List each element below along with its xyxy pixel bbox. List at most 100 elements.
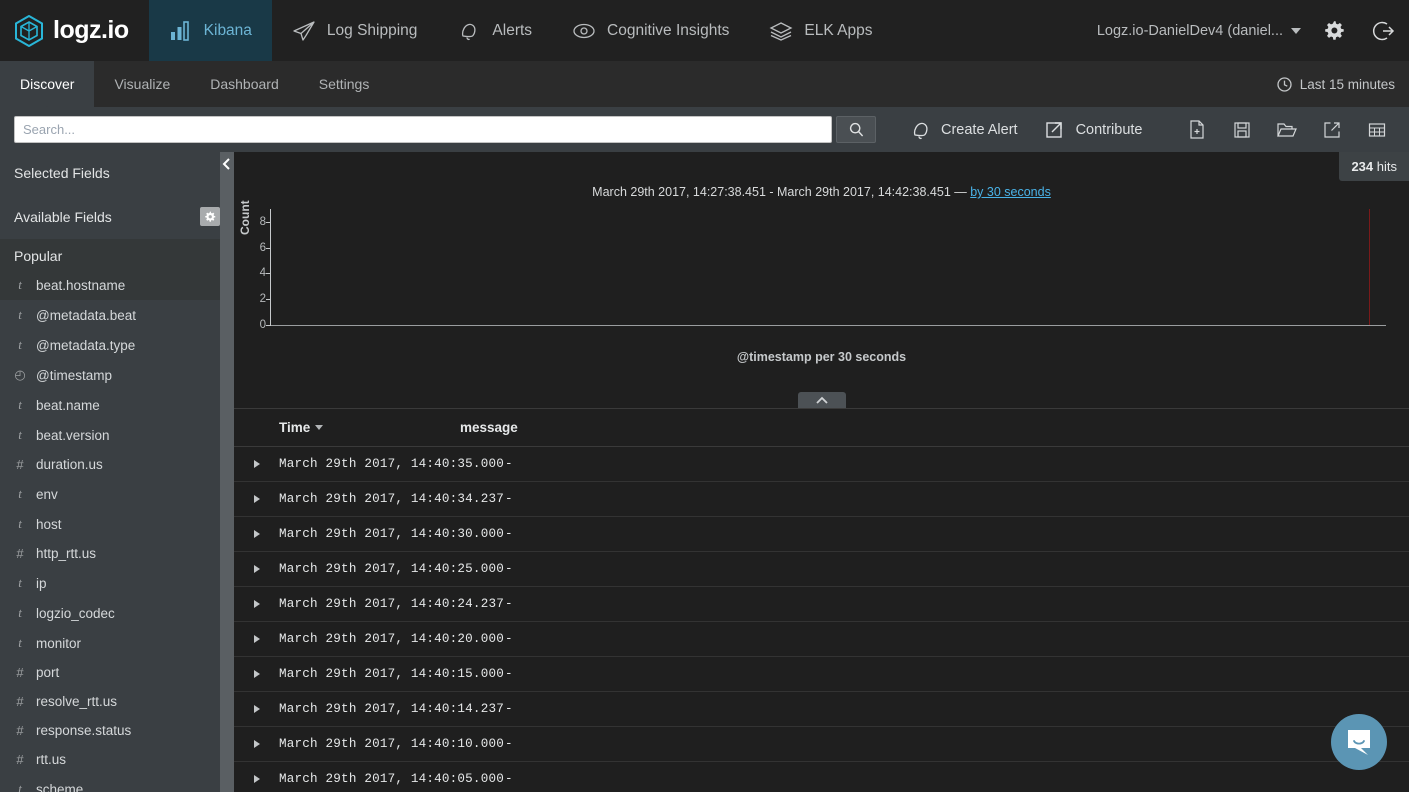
nav-item-alerts[interactable]: Alerts (437, 0, 552, 61)
field-row[interactable]: tip (0, 568, 234, 598)
open-search-button[interactable] (1264, 107, 1309, 152)
new-search-button[interactable] (1174, 107, 1219, 152)
tab-label-visualize: Visualize (114, 76, 170, 92)
bell-icon (457, 19, 481, 43)
search-submit-button[interactable] (836, 116, 876, 143)
table-row[interactable]: March 29th 2017, 14:40:15.000- (234, 657, 1409, 692)
sidebar-collapse-button[interactable] (220, 152, 234, 792)
expand-row-button[interactable] (234, 740, 279, 748)
save-floppy-icon (1233, 121, 1251, 139)
field-name: response.status (36, 723, 131, 738)
table-row[interactable]: March 29th 2017, 14:40:20.000- (234, 622, 1409, 657)
nav-label-log-shipping: Log Shipping (327, 22, 418, 40)
brand-text: logz.io (53, 16, 129, 45)
table-row[interactable]: March 29th 2017, 14:40:25.000- (234, 552, 1409, 587)
string-type-icon: t (14, 635, 26, 651)
chevron-left-icon (222, 158, 232, 170)
field-row[interactable]: #duration.us (0, 450, 234, 479)
gear-icon (1323, 20, 1345, 42)
expand-row-button[interactable] (234, 670, 279, 678)
field-name: beat.name (36, 398, 100, 413)
expand-row-button[interactable] (234, 460, 279, 468)
paper-plane-icon (292, 19, 316, 43)
chevron-right-icon (254, 635, 260, 643)
expand-row-button[interactable] (234, 705, 279, 713)
tab-discover[interactable]: Discover (0, 61, 94, 107)
logzio-mark-icon (14, 15, 44, 47)
expand-row-button[interactable] (234, 495, 279, 503)
cell-message: - (505, 527, 513, 541)
table-row[interactable]: March 29th 2017, 14:40:30.000- (234, 517, 1409, 552)
field-row[interactable]: #port (0, 658, 234, 687)
table-row[interactable]: March 29th 2017, 14:40:35.000- (234, 447, 1409, 482)
tab-dashboard[interactable]: Dashboard (190, 61, 299, 107)
top-navigation-bar: logz.io Kibana Log S (0, 0, 1409, 61)
cell-time: March 29th 2017, 14:40:25.000 (279, 562, 505, 576)
y-tick-mark (266, 325, 271, 326)
field-row[interactable]: #http_rtt.us (0, 539, 234, 568)
field-row[interactable]: tbeat.name (0, 390, 234, 420)
chevron-right-icon (254, 600, 260, 608)
expand-row-button[interactable] (234, 565, 279, 573)
nav-item-cognitive-insights[interactable]: Cognitive Insights (552, 0, 749, 61)
search-input[interactable] (14, 116, 832, 143)
settings-button[interactable] (1309, 0, 1359, 61)
table-row[interactable]: March 29th 2017, 14:40:24.237- (234, 587, 1409, 622)
chat-bubble-icon (1344, 727, 1374, 757)
field-row[interactable]: #resolve_rtt.us (0, 687, 234, 716)
field-settings-button[interactable] (200, 207, 220, 226)
field-row[interactable]: tenv (0, 479, 234, 509)
main-body: Selected Fields Available Fields Popular… (0, 152, 1409, 792)
expand-row-button[interactable] (234, 530, 279, 538)
expand-row-button[interactable] (234, 775, 279, 783)
toggle-table-button[interactable] (1354, 107, 1399, 152)
logout-button[interactable] (1359, 0, 1409, 61)
collapse-chart-button[interactable] (798, 392, 846, 408)
field-row[interactable]: ◴@timestamp (0, 360, 234, 390)
nav-item-kibana[interactable]: Kibana (149, 0, 272, 61)
table-row[interactable]: March 29th 2017, 14:40:14.237- (234, 692, 1409, 727)
table-row[interactable]: March 29th 2017, 14:40:05.000- (234, 762, 1409, 792)
field-row[interactable]: t@metadata.type (0, 330, 234, 360)
expand-row-button[interactable] (234, 600, 279, 608)
field-row[interactable]: tscheme (0, 774, 234, 792)
column-header-message[interactable]: message (460, 420, 518, 435)
chart-xaxis-ticks: 14:28:0014:29:0014:30:0014:31:0014:32:00… (271, 325, 1386, 349)
tab-visualize[interactable]: Visualize (94, 61, 190, 107)
share-search-button[interactable] (1309, 107, 1354, 152)
create-alert-button[interactable]: Create Alert (896, 107, 1032, 152)
table-row[interactable]: March 29th 2017, 14:40:34.237- (234, 482, 1409, 517)
field-row[interactable]: t@metadata.beat (0, 300, 234, 330)
chart-time-range: March 29th 2017, 14:27:38.451 - March 29… (592, 185, 970, 199)
field-row[interactable]: tbeat.hostname (0, 270, 234, 300)
tab-label-dashboard: Dashboard (210, 76, 279, 92)
discover-main-panel: 234 hits March 29th 2017, 14:27:38.451 -… (234, 152, 1409, 792)
field-row[interactable]: tmonitor (0, 628, 234, 658)
number-type-icon: # (14, 752, 26, 767)
table-row[interactable]: March 29th 2017, 14:40:10.000- (234, 727, 1409, 762)
field-row[interactable]: tlogzio_codec (0, 598, 234, 628)
chart-interval-link[interactable]: by 30 seconds (970, 185, 1051, 199)
contribute-button[interactable]: Contribute (1032, 107, 1157, 152)
cell-time: March 29th 2017, 14:40:24.237 (279, 597, 505, 611)
field-row[interactable]: #rtt.us (0, 745, 234, 774)
search-icon (849, 122, 864, 137)
save-search-button[interactable] (1219, 107, 1264, 152)
nav-item-log-shipping[interactable]: Log Shipping (272, 0, 438, 61)
field-row[interactable]: #response.status (0, 716, 234, 745)
intercom-chat-button[interactable] (1331, 714, 1387, 770)
field-row[interactable]: tbeat.version (0, 420, 234, 450)
expand-row-button[interactable] (234, 635, 279, 643)
column-header-time[interactable]: Time (234, 420, 460, 435)
field-name: @metadata.type (36, 338, 135, 353)
tab-settings[interactable]: Settings (299, 61, 390, 107)
account-selector[interactable]: Logz.io-DanielDev4 (daniel... (1089, 23, 1309, 39)
field-row[interactable]: thost (0, 509, 234, 539)
logzio-logo[interactable]: logz.io (0, 0, 149, 61)
cell-message: - (505, 632, 513, 646)
sort-desc-icon (315, 425, 323, 430)
table-header-row: Time message (234, 409, 1409, 447)
time-range-picker[interactable]: Last 15 minutes (1277, 61, 1395, 107)
nav-item-elk-apps[interactable]: ELK Apps (749, 0, 892, 61)
selected-fields-label: Selected Fields (14, 165, 110, 181)
